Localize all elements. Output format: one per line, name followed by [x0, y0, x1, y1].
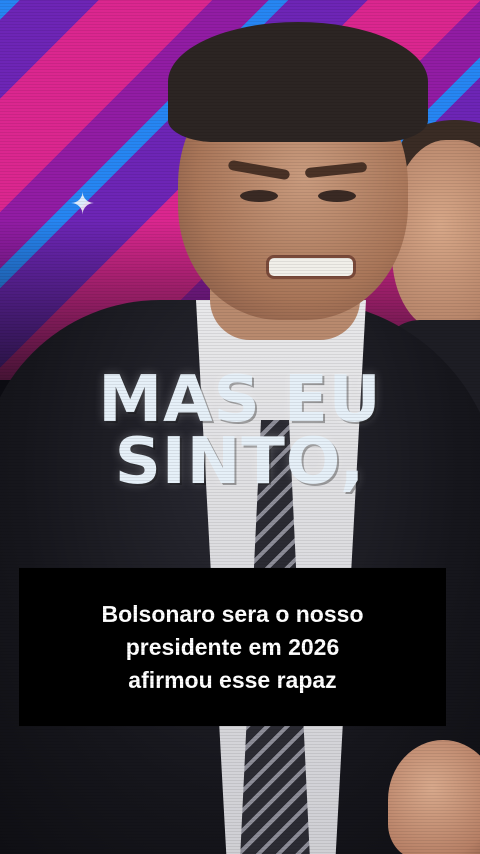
caption-text: Bolsonaro sera o nosso presidente em 202… — [101, 598, 363, 697]
caption-line-3: afirmou esse rapaz — [128, 666, 337, 693]
caption-box: Bolsonaro sera o nosso presidente em 202… — [19, 568, 446, 726]
caption-line-2: presidente em 2026 — [125, 633, 340, 660]
caption-line-1: Bolsonaro sera o nosso — [101, 600, 364, 627]
mouth — [266, 255, 356, 279]
video-frame[interactable]: ✦ ✦ MAS EU SINTO, Bolsonaro sera o nosso… — [0, 0, 480, 854]
main-person-hair — [168, 22, 428, 142]
star-icon: ✦ — [70, 187, 96, 222]
left-eye — [240, 190, 278, 202]
right-eye — [318, 190, 356, 202]
overlay-caption-line-1: MAS EU — [98, 363, 382, 437]
overlay-caption-line-2: SINTO, — [114, 425, 366, 499]
